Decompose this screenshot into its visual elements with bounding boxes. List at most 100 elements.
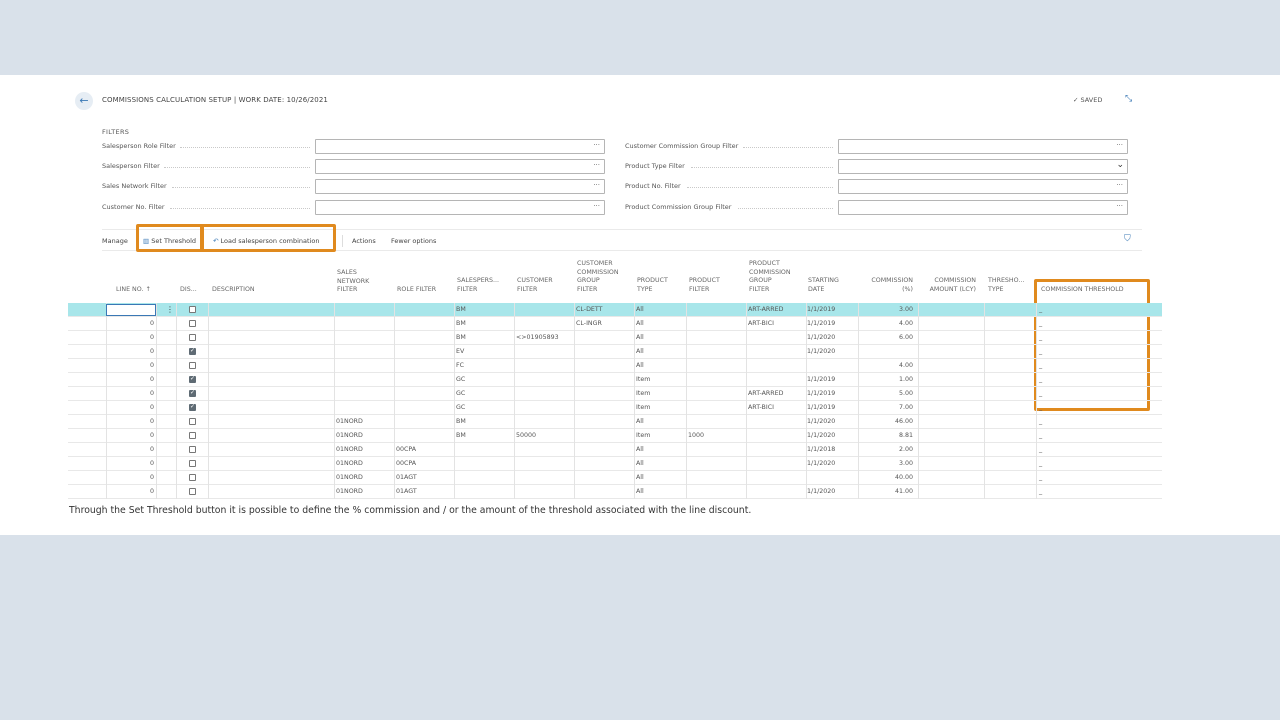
salesperson-filter-cell[interactable]: FC — [456, 362, 464, 369]
col-threshold-type[interactable]: THRESHO... TYPE — [988, 277, 1024, 294]
line-no-cell[interactable]: 0 — [106, 390, 154, 397]
commission-pct-cell[interactable]: 1.00 — [866, 376, 913, 383]
commission-threshold-cell[interactable]: _ — [1039, 474, 1042, 481]
discount-checkbox[interactable] — [189, 362, 196, 369]
actions-menu[interactable]: Actions — [352, 237, 376, 245]
table-row-selected[interactable]: ⋮ BM CL-DETT All ART-ARRED 1/1/2019 3.00 _ — [68, 303, 1162, 317]
customer-no-filter-input[interactable]: ··· — [315, 200, 605, 215]
col-product-commission-group-filter[interactable]: PRODUCT COMMISSION GROUP FILTER — [749, 260, 791, 294]
lookup-ellipsis-icon[interactable]: ··· — [1116, 181, 1123, 189]
col-product-filter[interactable]: PRODUCT FILTER — [689, 277, 720, 294]
product-type-cell[interactable]: All — [636, 348, 644, 355]
starting-date-cell[interactable]: 1/1/2020 — [807, 334, 835, 341]
line-no-cell[interactable]: 0 — [106, 376, 154, 383]
funnel-icon[interactable]: ⛉ — [1124, 234, 1131, 244]
discount-checkbox[interactable] — [189, 347, 196, 355]
manage-menu[interactable]: Manage — [102, 237, 128, 245]
starting-date-cell[interactable]: 1/1/2020 — [807, 460, 835, 467]
lookup-ellipsis-icon[interactable]: ··· — [1116, 202, 1123, 210]
salesperson-filter-cell[interactable]: GC — [456, 404, 465, 411]
col-sales-network-filter[interactable]: SALES NETWORK FILTER — [337, 269, 369, 295]
line-no-cell[interactable]: 0 — [106, 446, 154, 453]
discount-checkbox[interactable] — [189, 460, 196, 467]
commission-pct-cell[interactable]: 4.00 — [866, 362, 913, 369]
starting-date-cell[interactable]: 1/1/2020 — [807, 432, 835, 439]
line-no-cell[interactable]: 0 — [106, 404, 154, 411]
line-no-cell[interactable]: 0 — [106, 474, 154, 481]
col-starting-date[interactable]: STARTING DATE — [808, 277, 839, 294]
role-filter-cell[interactable]: 00CPA — [396, 460, 416, 467]
commission-pct-cell[interactable]: 5.00 — [866, 390, 913, 397]
product-commission-group-filter-input[interactable]: ··· — [838, 200, 1128, 215]
table-row[interactable]: 0 01NORD 00CPA All 1/1/2020 3.00 _ — [68, 457, 1162, 471]
product-type-cell[interactable]: Item — [636, 376, 650, 383]
table-row[interactable]: 0 01NORD 00CPA All 1/1/2018 2.00 _ — [68, 443, 1162, 457]
lookup-ellipsis-icon[interactable]: ··· — [593, 181, 600, 189]
commission-threshold-cell[interactable]: _ — [1039, 404, 1042, 411]
commission-pct-cell[interactable]: 7.00 — [866, 404, 913, 411]
commission-pct-cell[interactable]: 3.00 — [866, 306, 913, 313]
line-no-cell[interactable]: 0 — [106, 362, 154, 369]
discount-checkbox[interactable] — [189, 488, 196, 495]
sales-network-cell[interactable]: 01NORD — [336, 474, 363, 481]
row-menu-icon[interactable]: ⋮ — [166, 305, 174, 314]
lookup-ellipsis-icon[interactable]: ··· — [1116, 141, 1123, 149]
salesperson-filter-cell[interactable]: BM — [456, 334, 466, 341]
salesperson-filter-cell[interactable]: GC — [456, 376, 465, 383]
sales-network-cell[interactable]: 01NORD — [336, 418, 363, 425]
starting-date-cell[interactable]: 1/1/2020 — [807, 418, 835, 425]
table-row[interactable]: 0 FC All 4.00 _ — [68, 359, 1162, 373]
commission-pct-cell[interactable]: 3.00 — [866, 460, 913, 467]
customer-commission-group-cell[interactable]: CL-DETT — [576, 306, 602, 313]
sales-network-filter-input[interactable]: ··· — [315, 179, 605, 194]
lookup-ellipsis-icon[interactable]: ··· — [593, 161, 600, 169]
salesperson-role-filter-input[interactable]: ··· — [315, 139, 605, 154]
product-type-cell[interactable]: Item — [636, 404, 650, 411]
commission-pct-cell[interactable]: 8.81 — [866, 432, 913, 439]
salesperson-filter-cell[interactable]: BM — [456, 418, 466, 425]
salesperson-filter-cell[interactable]: BM — [456, 306, 466, 313]
customer-commission-group-cell[interactable]: CL-INGR — [576, 320, 602, 327]
sales-network-cell[interactable]: 01NORD — [336, 460, 363, 467]
commission-threshold-cell[interactable]: _ — [1039, 488, 1042, 495]
commission-threshold-cell[interactable]: _ — [1039, 306, 1042, 313]
starting-date-cell[interactable]: 1/1/2019 — [807, 404, 835, 411]
commission-threshold-cell[interactable]: _ — [1039, 348, 1042, 355]
sales-network-cell[interactable]: 01NORD — [336, 446, 363, 453]
starting-date-cell[interactable]: 1/1/2018 — [807, 446, 835, 453]
discount-checkbox[interactable] — [189, 403, 196, 411]
col-salesperson-filter[interactable]: SALESPERS... FILTER — [457, 277, 499, 294]
discount-checkbox[interactable] — [189, 432, 196, 439]
table-row[interactable]: 0 01NORD BM 50000 Item 1000 1/1/2020 8.81 _ — [68, 429, 1162, 443]
role-filter-cell[interactable]: 00CPA — [396, 446, 416, 453]
product-commission-group-cell[interactable]: ART-ARRED — [748, 390, 784, 397]
product-commission-group-cell[interactable]: ART-BICI — [748, 320, 774, 327]
product-type-cell[interactable]: All — [636, 362, 644, 369]
col-customer-filter[interactable]: CUSTOMER FILTER — [517, 277, 553, 294]
table-row[interactable]: 0 01NORD 01AGT All 40.00 _ — [68, 471, 1162, 485]
col-customer-commission-group-filter[interactable]: CUSTOMER COMMISSION GROUP FILTER — [577, 260, 619, 294]
commission-threshold-cell[interactable]: _ — [1039, 460, 1042, 467]
salesperson-filter-cell[interactable]: EV — [456, 348, 464, 355]
product-type-cell[interactable]: All — [636, 474, 644, 481]
col-role-filter[interactable]: ROLE FILTER — [397, 286, 436, 295]
discount-checkbox[interactable] — [189, 320, 196, 327]
col-line-no[interactable]: LINE NO. ↑ — [116, 286, 151, 295]
product-type-cell[interactable]: All — [636, 306, 644, 313]
discount-checkbox[interactable] — [189, 446, 196, 453]
fewer-options-button[interactable]: Fewer options — [391, 237, 436, 245]
discount-checkbox[interactable] — [189, 389, 196, 397]
table-row[interactable]: 0 BM CL-INGR All ART-BICI 1/1/2019 4.00 _ — [68, 317, 1162, 331]
product-commission-group-cell[interactable]: ART-ARRED — [748, 306, 784, 313]
product-type-cell[interactable]: All — [636, 460, 644, 467]
role-filter-cell[interactable]: 01AGT — [396, 474, 417, 481]
line-no-cell[interactable]: 0 — [106, 432, 154, 439]
table-row[interactable]: 0 01NORD BM All 1/1/2020 46.00 _ — [68, 415, 1162, 429]
commission-threshold-cell[interactable]: _ — [1039, 320, 1042, 327]
back-arrow-icon[interactable]: ← — [75, 92, 93, 110]
starting-date-cell[interactable]: 1/1/2020 — [807, 348, 835, 355]
product-type-cell[interactable]: All — [636, 320, 644, 327]
table-row[interactable]: 0 EV All 1/1/2020 _ — [68, 345, 1162, 359]
commission-pct-cell[interactable]: 6.00 — [866, 334, 913, 341]
product-type-cell[interactable]: All — [636, 334, 644, 341]
